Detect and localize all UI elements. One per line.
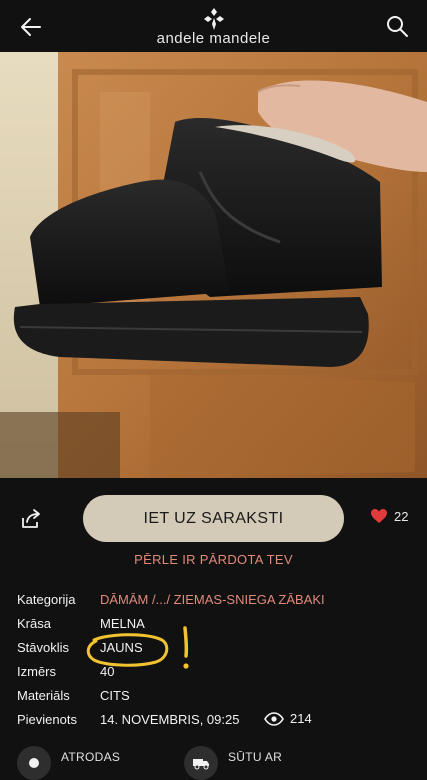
detail-value: CITS	[100, 688, 130, 703]
detail-row-category: Kategorija DĀMĀM /.../ ZIEMAS-SNIEGA ZĀB…	[17, 592, 417, 616]
detail-row-added: Pievienots 14. NOVEMBRIS, 09:25 214	[17, 711, 417, 736]
category-link[interactable]: DĀMĀM /.../ ZIEMAS-SNIEGA ZĀBAKI	[100, 592, 325, 607]
detail-value: MELNA	[100, 616, 145, 631]
like-button[interactable]: 22	[370, 508, 408, 524]
product-photo[interactable]	[0, 52, 427, 478]
search-icon[interactable]	[385, 14, 409, 38]
location-label: ATRODAS	[61, 750, 121, 764]
detail-value: 14. NOVEMBRIS, 09:25	[100, 712, 240, 727]
detail-label: Stāvoklis	[17, 640, 70, 655]
logo-text: andele mandele	[156, 30, 271, 47]
delivery-truck-icon	[184, 746, 218, 780]
views-count: 214	[290, 711, 312, 726]
detail-label: Izmērs	[17, 664, 56, 679]
shipping-item[interactable]: SŪTU AR	[184, 742, 282, 780]
detail-row-material: Materiāls CITS	[17, 688, 417, 712]
action-row: IET UZ SARAKSTI 22	[0, 478, 427, 562]
go-to-list-button[interactable]: IET UZ SARAKSTI	[83, 495, 344, 542]
logo-icon	[203, 8, 224, 30]
detail-label: Kategorija	[17, 592, 76, 607]
heart-icon	[371, 509, 387, 523]
location-icon	[17, 746, 51, 780]
views-counter: 214	[264, 711, 312, 726]
location-item[interactable]: ATRODAS	[17, 742, 120, 780]
highlight-circle-annotation	[86, 633, 169, 667]
logo[interactable]: andele mandele	[0, 6, 427, 47]
detail-label: Pievienots	[17, 712, 77, 727]
like-count: 22	[394, 508, 409, 524]
detail-label: Materiāls	[17, 688, 70, 703]
shipping-label: SŪTU AR	[228, 750, 283, 764]
share-icon[interactable]	[20, 508, 42, 530]
top-bar: andele mandele	[0, 0, 427, 52]
sold-note: PĒRLE IR PĀRDOTA TEV	[134, 552, 293, 567]
exclamation-annotation	[183, 626, 189, 669]
bottom-info-row: ATRODAS SŪTU AR	[0, 742, 427, 780]
detail-row-size: Izmērs 40	[17, 664, 417, 688]
detail-row-condition: Stāvoklis JAUNS	[17, 640, 417, 664]
eye-icon	[264, 711, 284, 726]
detail-row-color: Krāsa MELNA	[17, 616, 417, 640]
detail-label: Krāsa	[17, 616, 51, 631]
details-list: Kategorija DĀMĀM /.../ ZIEMAS-SNIEGA ZĀB…	[17, 592, 417, 736]
